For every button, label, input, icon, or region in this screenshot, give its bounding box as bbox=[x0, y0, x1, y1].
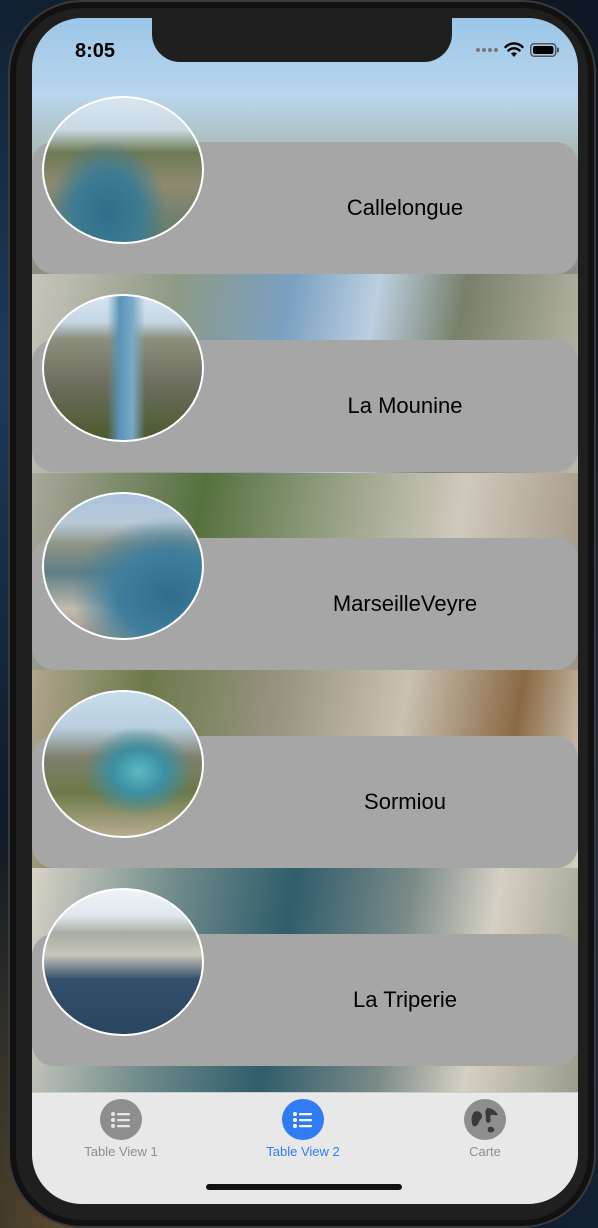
list-icon bbox=[100, 1099, 142, 1140]
wifi-icon bbox=[504, 42, 524, 57]
status-time: 8:05 bbox=[75, 40, 116, 62]
list-item-label: Callelongue bbox=[346, 195, 464, 220]
list-item-label: MarseilleVeyre bbox=[332, 591, 478, 616]
thumbnail-marseilleveyre bbox=[42, 492, 204, 640]
device-notch bbox=[152, 18, 452, 62]
tab-table-view-1[interactable]: Table View 1 bbox=[46, 1099, 196, 1159]
list-item-label: Sormiou bbox=[364, 789, 446, 814]
home-indicator[interactable] bbox=[206, 1184, 402, 1190]
tab-table-view-2[interactable]: Table View 2 bbox=[228, 1099, 378, 1159]
battery-icon bbox=[530, 43, 559, 57]
app-screen: Callelongue La Mounine MarseilleVeyre So… bbox=[32, 18, 578, 1204]
list-item-label: La Triperie bbox=[353, 987, 457, 1012]
list-icon bbox=[282, 1099, 324, 1140]
tab-label: Table View 1 bbox=[84, 1144, 158, 1159]
thumbnail-callelongue bbox=[42, 96, 204, 244]
globe-icon bbox=[464, 1099, 506, 1140]
thumbnail-la-triperie bbox=[42, 888, 204, 1036]
status-icons bbox=[476, 42, 560, 58]
signal-icon bbox=[476, 48, 498, 52]
list-item-label: La Mounine bbox=[347, 393, 463, 418]
thumbnail-la-mounine bbox=[42, 294, 204, 442]
thumbnail-sormiou bbox=[42, 690, 204, 838]
tab-label: Carte bbox=[469, 1144, 501, 1159]
tab-label: Table View 2 bbox=[266, 1144, 340, 1159]
tab-carte[interactable]: Carte bbox=[410, 1099, 560, 1159]
